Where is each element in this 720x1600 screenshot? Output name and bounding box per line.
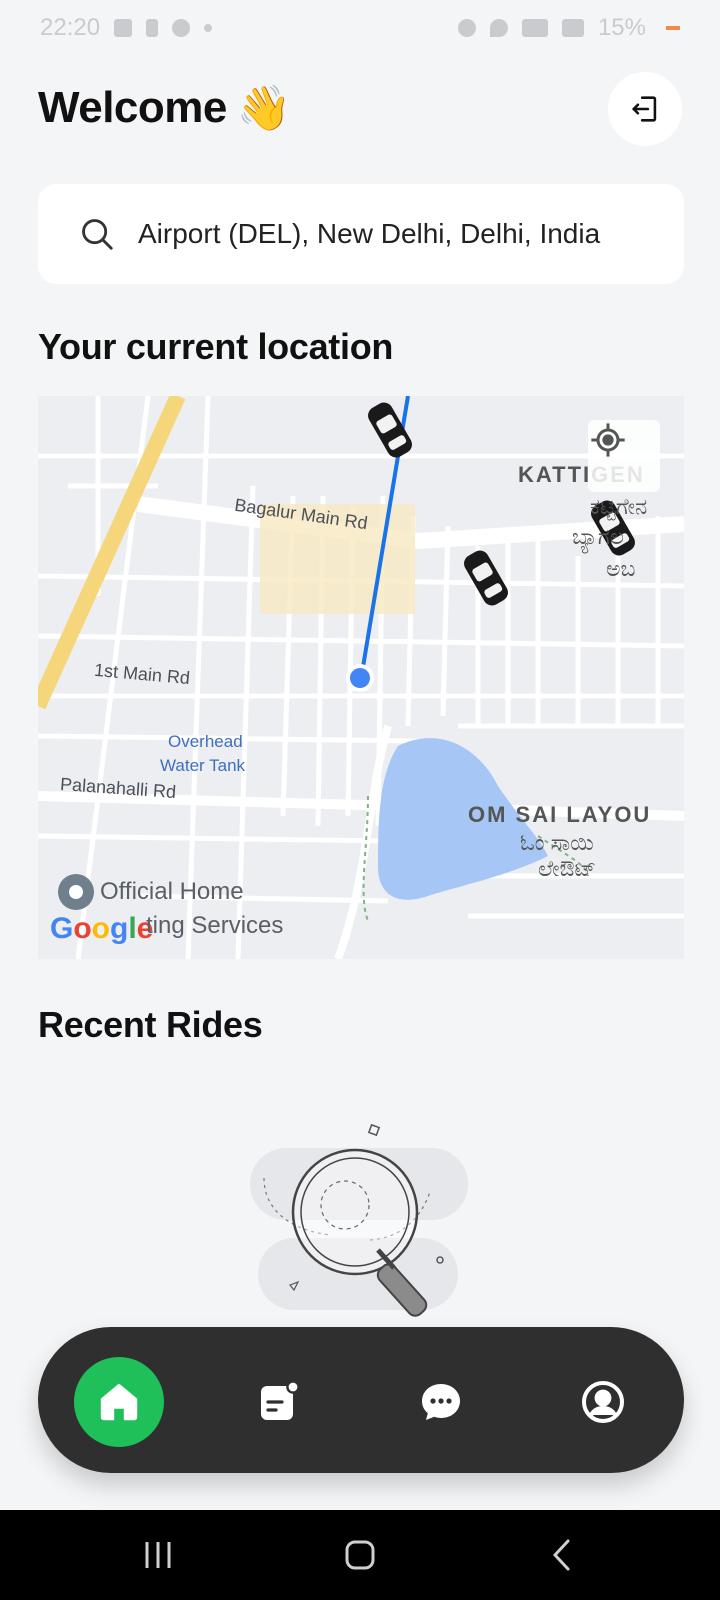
status-bar: 22:20 15%: [0, 0, 720, 56]
system-nav-bar: [0, 1510, 720, 1600]
destination-search-field[interactable]: Airport (DEL), New Delhi, Delhi, India: [38, 184, 684, 284]
sim-icon: [146, 19, 159, 37]
poi-label: Overhead: [168, 732, 243, 751]
wave-hand-icon: 👋: [236, 84, 292, 133]
back-icon: [552, 1539, 570, 1571]
empty-search-illustration: [250, 1123, 468, 1317]
logout-icon: [632, 96, 657, 122]
poi-label: Official Home: [100, 878, 244, 905]
profile-icon: [582, 1381, 624, 1423]
bottom-nav: [38, 1327, 684, 1473]
page-title: Welcome: [38, 83, 227, 132]
back-button[interactable]: [532, 1530, 592, 1580]
nav-home-button[interactable]: [74, 1357, 164, 1447]
app-notification-icon: [172, 19, 191, 37]
area-local-label: ಅಬ: [606, 556, 636, 581]
wifi-icon: [521, 19, 548, 37]
map-view[interactable]: Bagalur Main Rd 1st Main Rd Overhead Wat…: [38, 396, 684, 959]
status-time: 22:20: [40, 14, 101, 41]
area-local-label: ಲೇಔಟ್: [538, 856, 597, 881]
more-notifications-icon: [204, 24, 213, 32]
page-title-row: Welcome 👋: [38, 82, 292, 134]
nav-chat-button[interactable]: [396, 1357, 486, 1447]
home-system-icon: [345, 1540, 375, 1570]
home-icon: [100, 1383, 138, 1421]
poi-label: Water Tank: [160, 756, 246, 775]
receipt-icon: [261, 1380, 300, 1420]
battery-percent: 15%: [597, 14, 646, 41]
chat-icon: [422, 1384, 460, 1420]
current-location-title: Your current location: [38, 326, 394, 367]
battery-icon: [666, 26, 680, 30]
recenter-button[interactable]: [588, 420, 660, 492]
map-pin-icon: [58, 874, 94, 910]
area-label: OM SAI LAYOU: [468, 802, 652, 827]
nav-rides-button[interactable]: [234, 1357, 324, 1447]
area-local-label: ಓಂ ಸಾಯಿ: [520, 830, 594, 855]
area-local-label: ಬ್ಯಾಗಲ: [572, 524, 624, 549]
google-logo: Google: [50, 912, 154, 945]
home-system-button[interactable]: [330, 1530, 390, 1580]
signal-icon: [561, 19, 584, 37]
recent-apps-icon: [145, 1542, 171, 1568]
poi-label: ting Services: [146, 912, 284, 939]
location-icon: [489, 19, 508, 37]
nav-profile-button[interactable]: [558, 1357, 648, 1447]
logout-button[interactable]: [608, 72, 682, 146]
search-value: Airport (DEL), New Delhi, Delhi, India: [138, 218, 601, 249]
mute-icon: [457, 19, 476, 37]
gallery-icon: [114, 19, 133, 37]
recent-rides-title: Recent Rides: [38, 1004, 263, 1045]
poi-official-home[interactable]: Official Home: [58, 874, 244, 910]
area-local-label: ಕಟ್ಟಿಗೇನ: [590, 494, 648, 519]
search-icon: [82, 219, 113, 250]
crosshair-icon: [591, 423, 625, 457]
recent-apps-button[interactable]: [128, 1530, 188, 1580]
